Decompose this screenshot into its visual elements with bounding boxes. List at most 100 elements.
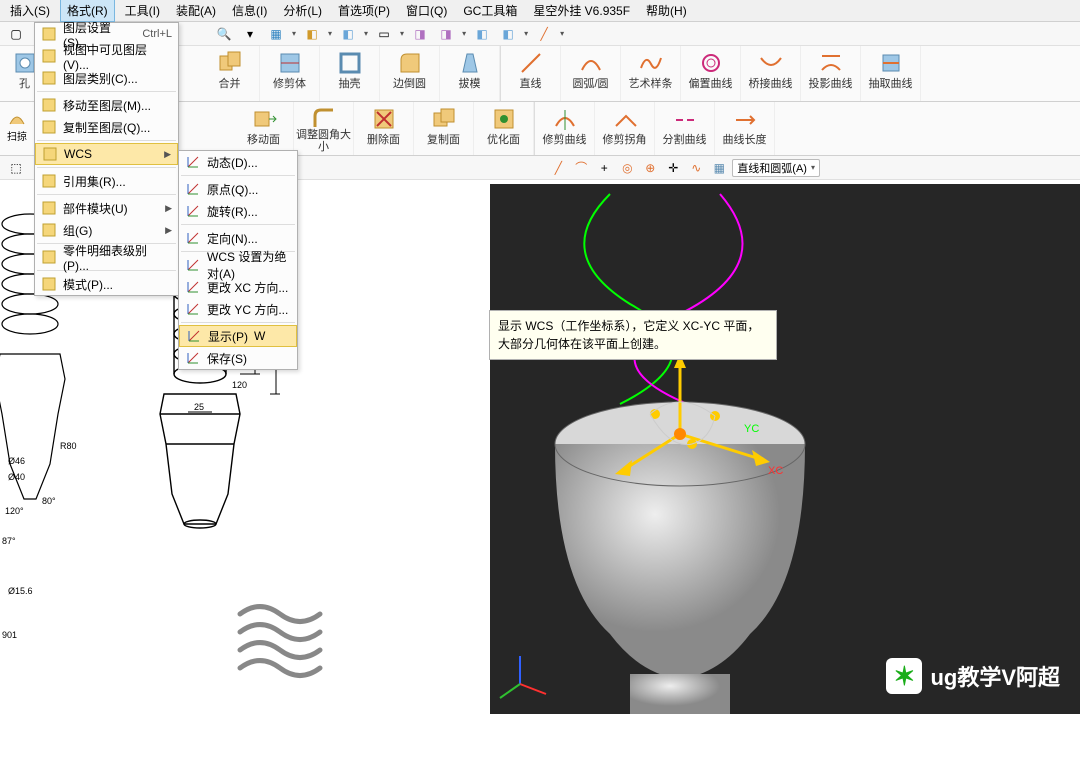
menu-item-label: WCS <box>64 147 92 161</box>
submenu-item[interactable]: 旋转(R)... <box>179 200 297 222</box>
ribbon-spline[interactable]: 艺术样条 <box>621 46 681 101</box>
menu-item-label: 组(G) <box>63 222 92 239</box>
grid-icon[interactable]: ▦ <box>266 24 286 44</box>
menu-gctoolbox[interactable]: GC工具箱 <box>457 0 523 21</box>
submenu-item-label: 旋转(R)... <box>207 203 258 220</box>
ribbon-label: 抽壳 <box>339 78 361 90</box>
arc-tool-icon[interactable]: ⌒ <box>571 158 591 178</box>
submenu-arrow-icon: ▶ <box>165 203 172 214</box>
origin-icon <box>185 181 201 197</box>
ribbon-extract[interactable]: 抽取曲线 <box>861 46 921 101</box>
fillet-icon <box>397 50 423 76</box>
submenu-item[interactable]: 保存(S) <box>179 347 297 369</box>
curve-mode-select[interactable]: 直线和圆弧(A)▾ <box>732 159 820 177</box>
ribbon-label: 直线 <box>520 78 542 90</box>
tool-button[interactable]: ▢ <box>6 24 26 44</box>
cube-icon[interactable]: ◨ <box>410 24 430 44</box>
ribbon-shell[interactable]: 抽壳 <box>320 46 380 101</box>
target-tool-icon[interactable]: ⊕ <box>640 158 660 178</box>
submenu-item[interactable]: WCS 设置为绝对(A) <box>179 254 297 276</box>
merge-icon <box>217 50 243 76</box>
model-view[interactable]: YC XC ✶ ug教学V阿超 <box>490 184 1080 714</box>
ribbon-offset[interactable]: 偏置曲线 <box>681 46 741 101</box>
submenu-item-label: 显示(P) <box>208 328 248 345</box>
curvelen-icon <box>732 106 758 132</box>
splitcurve-icon <box>672 106 698 132</box>
line-icon[interactable]: ╱ <box>534 24 554 44</box>
menu-item[interactable]: 部件模块(U)▶ <box>35 197 178 219</box>
ribbon-copyface[interactable]: 复制面 <box>414 102 474 155</box>
rect-icon[interactable]: ▭ <box>374 24 394 44</box>
menu-item[interactable]: 零件明细表级别(P)... <box>35 246 178 268</box>
submenu-item[interactable]: 定向(N)... <box>179 227 297 249</box>
move-layer-icon <box>41 97 57 113</box>
ribbon-curvelen[interactable]: 曲线长度 <box>715 102 775 155</box>
yc-icon <box>185 301 201 317</box>
bezier-tool-icon[interactable]: ∿ <box>686 158 706 178</box>
ribbon-label: 修剪曲线 <box>543 134 587 146</box>
menu-item[interactable]: WCS▶ <box>35 143 178 165</box>
ribbon-trimcurve[interactable]: 修剪曲线 <box>535 102 595 155</box>
ribbon-arc[interactable]: 圆弧/圆 <box>561 46 621 101</box>
ribbon-merge[interactable]: 合并 <box>200 46 260 101</box>
menu-help[interactable]: 帮助(H) <box>640 0 693 21</box>
menubar: 插入(S) 格式(R) 工具(I) 装配(A) 信息(I) 分析(L) 首选项(… <box>0 0 1080 22</box>
ribbon-deleteface[interactable]: 删除面 <box>354 102 414 155</box>
menu-item[interactable]: 视图中可见图层(V)... <box>35 45 178 67</box>
menu-preferences[interactable]: 首选项(P) <box>332 0 396 21</box>
cube-icon[interactable]: ◧ <box>498 24 518 44</box>
pattern-icon <box>41 276 57 292</box>
menu-info[interactable]: 信息(I) <box>226 0 273 21</box>
ribbon-trim[interactable]: 修剪体 <box>260 46 320 101</box>
svg-text:80°: 80° <box>42 496 56 506</box>
ribbon-fillet[interactable]: 边倒圆 <box>380 46 440 101</box>
submenu-item-label: 定向(N)... <box>207 230 258 247</box>
moveface-icon <box>251 106 277 132</box>
cube-icon[interactable]: ◨ <box>436 24 456 44</box>
ribbon-resize-fillet[interactable]: 调整圆角大小 <box>294 102 354 155</box>
box-tool-icon[interactable]: ▦ <box>709 158 729 178</box>
menu-item[interactable]: 模式(P)... <box>35 273 178 295</box>
ribbon-sweep[interactable]: 扫掠 <box>0 102 34 155</box>
cube-icon[interactable]: ◧ <box>338 24 358 44</box>
ribbon-moveface[interactable]: 移动面 <box>234 102 294 155</box>
menu-item[interactable]: 引用集(R)... <box>35 170 178 192</box>
submenu-item[interactable]: 更改 XC 方向... <box>179 276 297 298</box>
wcs-submenu: 动态(D)... 原点(Q)... 旋转(R)... 定向(N)... WCS 设置为绝… <box>178 150 298 370</box>
submenu-item[interactable]: 显示(P)W <box>179 325 297 347</box>
menu-window[interactable]: 窗口(Q) <box>400 0 453 21</box>
select-label: 直线和圆弧(A) <box>737 160 807 176</box>
ribbon-project[interactable]: 投影曲线 <box>801 46 861 101</box>
cube-icon[interactable]: ◧ <box>472 24 492 44</box>
ribbon-splitcurve[interactable]: 分割曲线 <box>655 102 715 155</box>
menu-assembly[interactable]: 装配(A) <box>170 0 222 21</box>
circle-tool-icon[interactable]: ◎ <box>617 158 637 178</box>
menu-insert[interactable]: 插入(S) <box>4 0 56 21</box>
ribbon-draft[interactable]: 拔模 <box>440 46 500 101</box>
menu-item[interactable]: 组(G) ▶ <box>35 219 178 241</box>
submenu-item[interactable]: 原点(Q)... <box>179 178 297 200</box>
deleteface-icon <box>371 106 397 132</box>
point-tool-icon[interactable]: + <box>594 158 614 178</box>
ribbon-line[interactable]: 直线 <box>501 46 561 101</box>
ribbon-label: 删除面 <box>367 134 400 146</box>
submenu-item[interactable]: 动态(D)... <box>179 151 297 173</box>
ribbon-bridge[interactable]: 桥接曲线 <box>741 46 801 101</box>
search-icon[interactable]: 🔍 <box>214 24 234 44</box>
menu-item[interactable]: 复制至图层(Q)... <box>35 116 178 138</box>
cube-icon[interactable]: ◧ <box>302 24 322 44</box>
submenu-item[interactable]: 更改 YC 方向... <box>179 298 297 320</box>
copy-layer-icon <box>41 119 57 135</box>
menu-analysis[interactable]: 分析(L) <box>277 0 328 21</box>
menu-starplugin[interactable]: 星空外挂 V6.935F <box>527 0 636 21</box>
ribbon-optface[interactable]: 优化面 <box>474 102 534 155</box>
cross-tool-icon[interactable]: ✛ <box>663 158 683 178</box>
menu-icon <box>41 222 57 238</box>
submenu-item-label: 原点(Q)... <box>207 181 258 198</box>
dropdown-icon[interactable]: ▾ <box>240 24 260 44</box>
line-tool-icon[interactable]: ╱ <box>548 158 568 178</box>
menu-item[interactable]: 移动至图层(M)... <box>35 94 178 116</box>
ribbon-trimcorner[interactable]: 修剪拐角 <box>595 102 655 155</box>
submenu-arrow-icon: ▶ <box>165 225 172 236</box>
select-icon[interactable]: ⬚ <box>6 158 26 178</box>
